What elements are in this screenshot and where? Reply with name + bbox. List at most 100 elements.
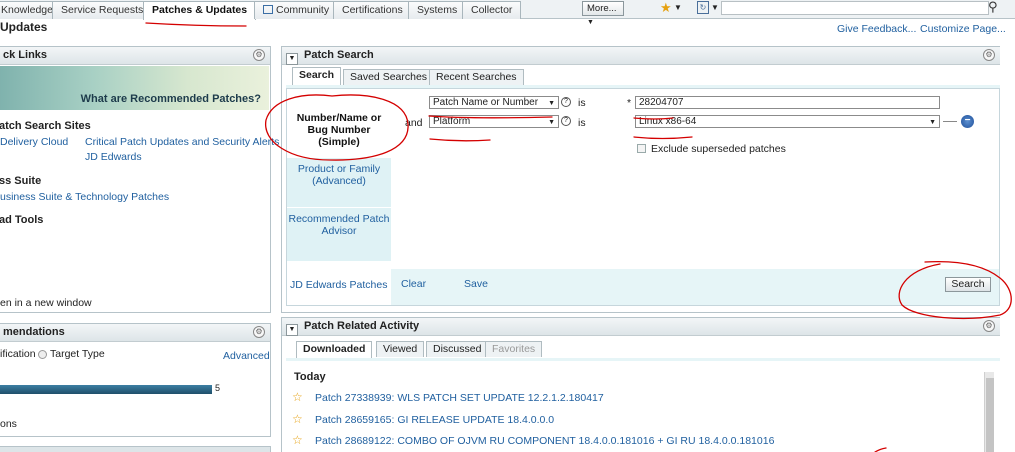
dropdown-arrow-icon: ▼ bbox=[587, 19, 594, 26]
quick-links-panel: ck Links ⚙ What are Recommended Patches?… bbox=[0, 46, 279, 313]
tab-label: Viewed bbox=[383, 343, 418, 355]
search-body: Number/Name or Bug Number (Simple) Produ… bbox=[286, 88, 1000, 306]
today-heading: Today bbox=[294, 371, 326, 383]
button-label: Search bbox=[951, 278, 985, 290]
underline-patches-tab bbox=[145, 22, 247, 27]
platform-field-select[interactable]: Platform ▼ bbox=[429, 115, 559, 128]
favorite-star-icon[interactable]: ☆ bbox=[292, 433, 303, 447]
gear-icon[interactable]: ⚙ bbox=[983, 49, 995, 61]
next-panel-edge bbox=[0, 446, 271, 452]
target-type-radio[interactable] bbox=[38, 350, 47, 359]
select-value: Platform bbox=[433, 116, 471, 127]
give-feedback-link[interactable]: Give Feedback... bbox=[837, 23, 916, 35]
tab-label: Downloaded bbox=[303, 343, 366, 355]
field-type-select[interactable]: Patch Name or Number ▼ bbox=[429, 96, 559, 109]
certification-label: ification bbox=[0, 348, 36, 360]
nav-label: Product or Family (Advanced) bbox=[297, 163, 381, 187]
help-icon[interactable]: ? bbox=[561, 116, 571, 126]
favorite-star-icon[interactable]: ☆ bbox=[292, 390, 303, 404]
activity-item-link[interactable]: Patch 27338939: WLS PATCH SET UPDATE 12.… bbox=[315, 392, 604, 404]
nav-label: Recommended Patch Advisor bbox=[288, 213, 390, 237]
patch-search-sites-title: atch Search Sites bbox=[0, 120, 91, 132]
tab-search[interactable]: Search bbox=[292, 67, 342, 85]
dropdown-arrow-icon: ▼ bbox=[548, 100, 555, 107]
page-title: Updates bbox=[0, 20, 48, 34]
tab-viewed[interactable]: Viewed bbox=[376, 341, 425, 357]
gear-icon[interactable]: ⚙ bbox=[983, 320, 995, 332]
jd-edwards-link[interactable]: JD Edwards bbox=[85, 151, 142, 163]
tab-label: Knowledge bbox=[1, 4, 53, 16]
input-value: 28204707 bbox=[639, 97, 684, 108]
tab-systems[interactable]: Systems bbox=[408, 1, 467, 19]
clear-link[interactable]: Clear bbox=[401, 278, 426, 290]
global-search-input[interactable] bbox=[721, 1, 989, 15]
tab-patches-updates[interactable]: Patches & Updates bbox=[143, 1, 257, 20]
tab-label: Service Requests bbox=[61, 4, 144, 16]
collapse-icon[interactable]: ▼ bbox=[286, 324, 298, 336]
top-navigation-bar: Knowledge Service Requests Patches & Upd… bbox=[0, 0, 1015, 26]
tab-saved-searches[interactable]: Saved Searches bbox=[343, 69, 435, 85]
tab-collector[interactable]: Collector bbox=[462, 1, 522, 19]
activity-scrollbar[interactable] bbox=[984, 372, 994, 452]
tab-community[interactable]: Community bbox=[254, 1, 339, 19]
recommendations-panel: mendations ⚙ ification Target Type Advan… bbox=[0, 323, 271, 437]
exclude-superseded-checkbox[interactable] bbox=[637, 144, 646, 153]
search-button[interactable]: Search bbox=[945, 277, 991, 292]
tab-favorites[interactable]: Favorites bbox=[485, 341, 543, 357]
collapse-icon[interactable]: ▼ bbox=[286, 53, 298, 65]
activity-item-link[interactable]: Patch 28689122: COMBO OF OJVM RU COMPONE… bbox=[315, 435, 774, 447]
patch-search-panel: ▼ Patch Search ⚙ Search Saved Searches Re… bbox=[281, 46, 1000, 313]
gear-icon[interactable]: ⚙ bbox=[253, 326, 265, 338]
operator-label: is bbox=[578, 97, 586, 109]
dropdown-arrow-icon: ▼ bbox=[929, 119, 936, 126]
platform-value-select[interactable]: Linux x86-64 ▼ bbox=[635, 115, 940, 128]
nav-patch-advisor[interactable]: Recommended Patch Advisor bbox=[287, 207, 391, 261]
tab-label: Community bbox=[276, 4, 330, 16]
jde-section: JD Edwards Patches bbox=[287, 269, 391, 305]
tab-label: Saved Searches bbox=[350, 71, 428, 83]
tab-downloaded[interactable]: Downloaded bbox=[296, 341, 373, 359]
tab-certifications[interactable]: Certifications bbox=[333, 1, 412, 19]
scrollbar-thumb[interactable] bbox=[986, 378, 994, 452]
tab-discussed[interactable]: Discussed bbox=[426, 341, 489, 357]
advanced-link[interactable]: Advanced bbox=[223, 350, 270, 362]
select-value: Linux x86-64 bbox=[639, 116, 697, 127]
more-tabs-dropdown[interactable]: More... ▼ bbox=[582, 1, 624, 26]
delivery-cloud-link[interactable]: Delivery Cloud bbox=[0, 136, 68, 148]
recommendations-header: mendations ⚙ bbox=[0, 324, 270, 342]
favorites-dropdown-icon[interactable]: ▼ bbox=[674, 3, 682, 12]
help-icon[interactable]: ? bbox=[561, 97, 571, 107]
exclude-superseded-label: Exclude superseded patches bbox=[651, 143, 786, 155]
more-label: More... bbox=[587, 3, 617, 14]
select-value: Patch Name or Number bbox=[433, 97, 539, 108]
activity-item-link[interactable]: Patch 28659165: GI RELEASE UPDATE 18.4.0… bbox=[315, 414, 554, 426]
history-dropdown-icon[interactable]: ▼ bbox=[711, 3, 719, 12]
business-suite-link[interactable]: usiness Suite & Technology Patches bbox=[0, 191, 169, 203]
nav-advanced-search[interactable]: Product or Family (Advanced) bbox=[287, 157, 391, 207]
bar-count: 5 bbox=[215, 383, 221, 393]
critical-patch-updates-link[interactable]: Critical Patch Updates and Security Aler… bbox=[85, 136, 279, 148]
panel-title: Patch Related Activity bbox=[304, 320, 420, 332]
history-icon[interactable]: ↻ bbox=[697, 1, 709, 14]
tab-service-requests[interactable]: Service Requests bbox=[52, 1, 153, 19]
jd-edwards-patches-link[interactable]: JD Edwards Patches bbox=[290, 279, 387, 291]
banner-text[interactable]: What are Recommended Patches? bbox=[81, 93, 261, 105]
favorites-star-icon[interactable]: ★ bbox=[660, 0, 672, 16]
target-type-label: Target Type bbox=[50, 348, 105, 360]
required-marker: * bbox=[627, 97, 632, 109]
save-link[interactable]: Save bbox=[464, 278, 488, 290]
row-connector bbox=[943, 121, 957, 122]
recommended-patches-banner[interactable]: What are Recommended Patches? bbox=[0, 66, 269, 110]
remove-row-icon[interactable]: − bbox=[961, 115, 974, 128]
tab-recent-searches[interactable]: Recent Searches bbox=[429, 69, 524, 85]
patch-number-input[interactable]: 28204707 bbox=[635, 96, 940, 109]
gear-icon[interactable]: ⚙ bbox=[253, 49, 265, 61]
search-icon[interactable]: ⚲ bbox=[988, 0, 998, 15]
operator-label: is bbox=[578, 117, 586, 129]
favorite-star-icon[interactable]: ☆ bbox=[292, 412, 303, 426]
recommendations-bar bbox=[0, 385, 212, 394]
download-tools-title: ad Tools bbox=[0, 214, 44, 226]
panel-title: Patch Search bbox=[304, 49, 374, 61]
customize-page-link[interactable]: Customize Page... bbox=[920, 23, 1006, 35]
nav-simple-search[interactable]: Number/Name or Bug Number (Simple) bbox=[287, 107, 391, 163]
